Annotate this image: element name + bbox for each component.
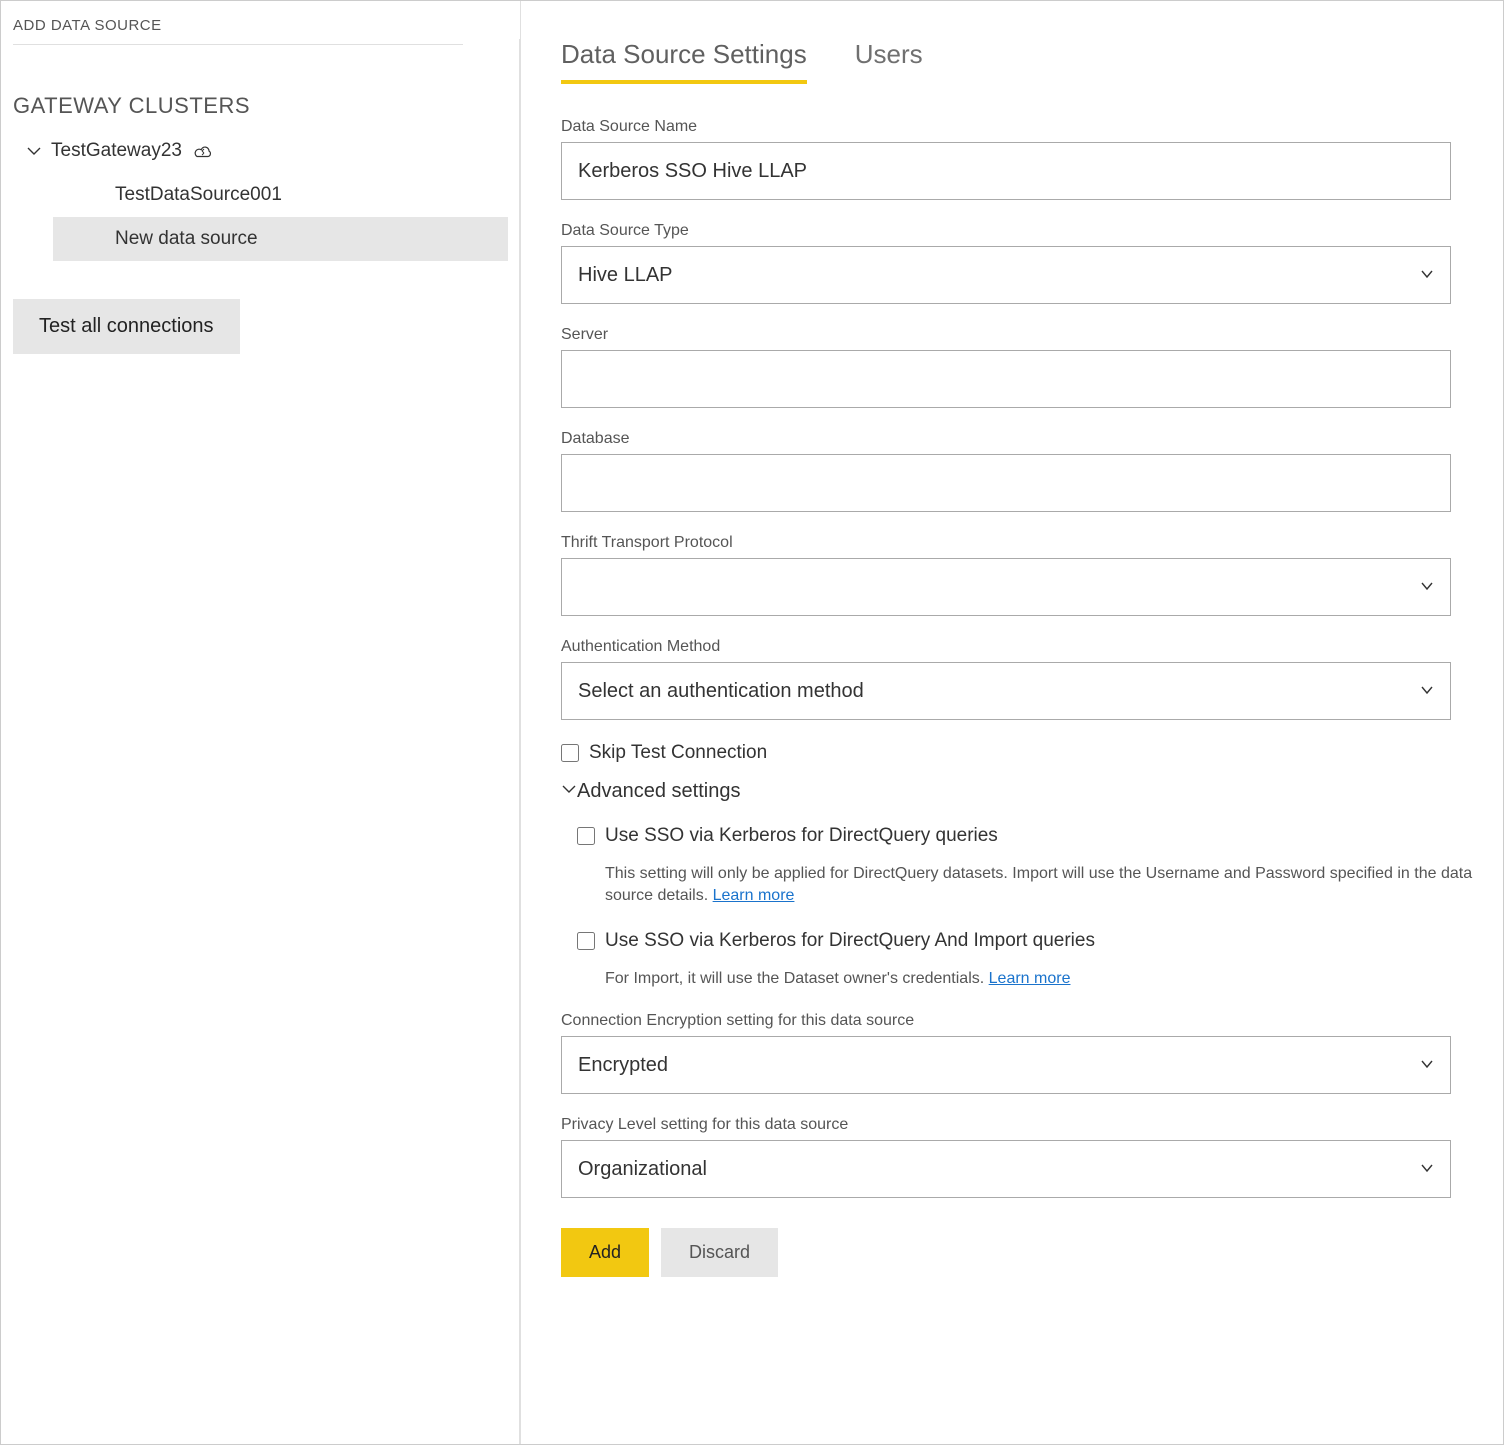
chevron-down-icon [1420,683,1434,700]
advanced-settings-label: Advanced settings [577,780,740,803]
encryption-setting-label: Connection Encryption setting for this d… [561,1012,1485,1030]
privacy-level-label: Privacy Level setting for this data sour… [561,1116,1485,1134]
thrift-protocol-label: Thrift Transport Protocol [561,534,1485,552]
tab-data-source-settings[interactable]: Data Source Settings [561,39,807,84]
sidebar: ADD DATA SOURCE GATEWAY CLUSTERS TestGat… [1,1,521,1444]
tree-item-label: New data source [115,228,258,250]
thrift-protocol-select[interactable] [561,558,1451,616]
sidebar-item-new-data-source[interactable]: New data source [53,217,508,261]
sidebar-item-testdatasource001[interactable]: TestDataSource001 [53,173,508,217]
sso-kerberos-dq-checkbox[interactable] [577,827,595,845]
chevron-down-icon [561,780,577,803]
main-content: Data Source Settings Users Data Source N… [521,1,1503,1444]
select-value: Encrypted [578,1054,668,1077]
chevron-down-icon [1420,1057,1434,1074]
chevron-down-icon [1420,267,1434,284]
discard-button[interactable]: Discard [661,1228,778,1277]
sso-kerberos-both-label: Use SSO via Kerberos for DirectQuery And… [605,930,1095,952]
tabs: Data Source Settings Users [561,39,1485,84]
database-label: Database [561,430,1485,448]
select-value: Organizational [578,1158,707,1181]
auth-method-select[interactable]: Select an authentication method [561,662,1451,720]
server-label: Server [561,326,1485,344]
auth-method-label: Authentication Method [561,638,1485,656]
sso-kerberos-both-checkbox[interactable] [577,932,595,950]
encryption-setting-select[interactable]: Encrypted [561,1036,1451,1094]
data-source-name-label: Data Source Name [561,118,1485,136]
cloud-sync-icon [192,143,214,159]
tree-item-label: TestDataSource001 [115,184,282,206]
data-source-name-input[interactable] [561,142,1451,200]
database-input[interactable] [561,454,1451,512]
select-value: Select an authentication method [578,680,864,703]
advanced-settings-toggle[interactable]: Advanced settings [561,780,1485,803]
sso-both-help-text: For Import, it will use the Dataset owne… [605,968,1475,990]
data-source-type-label: Data Source Type [561,222,1485,240]
chevron-down-icon [1420,1161,1434,1178]
sso-dq-help-text: This setting will only be applied for Di… [605,863,1475,908]
sso-kerberos-dq-label: Use SSO via Kerberos for DirectQuery que… [605,825,998,847]
add-button[interactable]: Add [561,1228,649,1277]
server-input[interactable] [561,350,1451,408]
privacy-level-select[interactable]: Organizational [561,1140,1451,1198]
skip-test-connection-label: Skip Test Connection [589,742,767,764]
select-value: Hive LLAP [578,264,673,287]
sso-dq-learn-more-link[interactable]: Learn more [713,887,795,904]
gateway-clusters-heading: GATEWAY CLUSTERS [13,93,508,119]
tab-users[interactable]: Users [855,39,923,84]
chevron-down-icon [1420,579,1434,596]
sso-both-learn-more-link[interactable]: Learn more [989,970,1071,987]
gateway-row[interactable]: TestGateway23 [13,129,508,173]
add-data-source-link[interactable]: ADD DATA SOURCE [13,13,463,45]
gateway-label: TestGateway23 [51,140,182,162]
chevron-down-icon [23,143,45,159]
data-source-type-select[interactable]: Hive LLAP [561,246,1451,304]
skip-test-connection-checkbox[interactable] [561,744,579,762]
test-all-connections-button[interactable]: Test all connections [13,299,240,354]
